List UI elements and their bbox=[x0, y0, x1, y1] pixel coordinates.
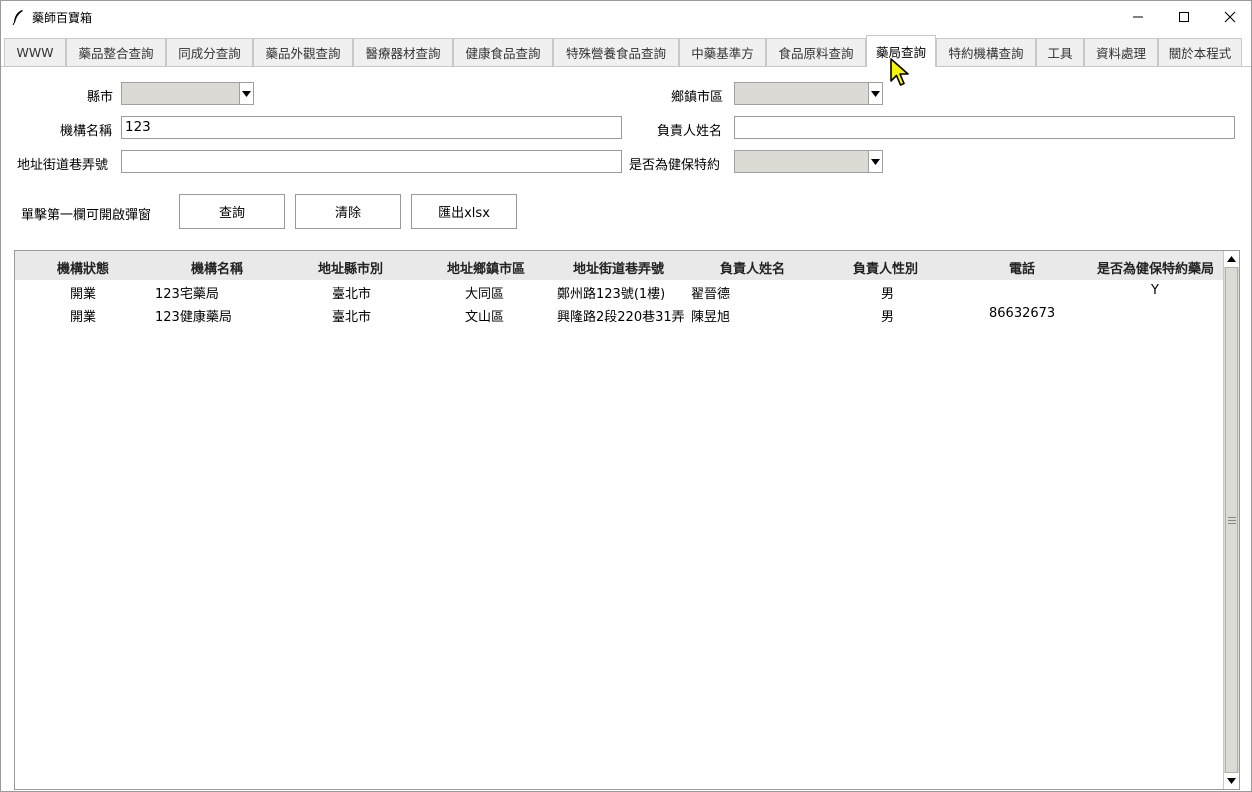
chevron-down-icon bbox=[871, 90, 880, 97]
col-township[interactable]: 地址鄉鎮市區 bbox=[447, 258, 525, 277]
cell-name: 123宅藥局 bbox=[155, 287, 219, 302]
clear-button[interactable]: 清除 bbox=[295, 194, 401, 229]
cell-nhi: Y bbox=[1151, 283, 1159, 298]
feather-icon bbox=[12, 10, 23, 25]
cell-name: 123健康藥局 bbox=[155, 310, 232, 325]
cell-county: 臺北市 bbox=[332, 310, 372, 325]
nhi-combobox[interactable] bbox=[734, 150, 883, 173]
window-title: 藥師百寶箱 bbox=[32, 11, 93, 25]
county-dropdown-arrow[interactable] bbox=[239, 83, 253, 104]
col-phone[interactable]: 電話 bbox=[1009, 258, 1035, 277]
cell-status[interactable]: 開業 bbox=[70, 283, 96, 302]
grip-line bbox=[1228, 523, 1236, 524]
tab-food-ingredient[interactable]: 食品原料查詢 bbox=[766, 38, 866, 66]
nhi-dropdown-arrow[interactable] bbox=[868, 151, 882, 172]
tab-drug-integrated[interactable]: 藥品整合查詢 bbox=[66, 38, 166, 66]
arrow-down-icon bbox=[1227, 778, 1236, 784]
tab-special-nutrition[interactable]: 特殊營養食品查詢 bbox=[553, 38, 679, 66]
table-row[interactable]: 開業 123健康藥局 臺北市 文山區 興隆路2段220巷31弄 陳昱旭 男 86… bbox=[15, 303, 1223, 326]
scroll-thumb[interactable] bbox=[1225, 267, 1238, 773]
owner-label: 負責人姓名 bbox=[657, 124, 723, 139]
col-nhi[interactable]: 是否為健保特約藥局 bbox=[1097, 258, 1214, 277]
tab-health-food[interactable]: 健康食品查詢 bbox=[453, 38, 553, 66]
cell-county: 臺北市 bbox=[332, 287, 372, 302]
township-label: 鄉鎮市區 bbox=[671, 90, 724, 105]
cell-township: 大同區 bbox=[465, 287, 505, 302]
grip-line bbox=[1228, 517, 1236, 518]
tab-data-processing[interactable]: 資料處理 bbox=[1084, 38, 1158, 66]
cell-phone: 86632673 bbox=[989, 306, 1056, 321]
name-label: 機構名稱 bbox=[60, 124, 113, 139]
chevron-down-icon bbox=[871, 158, 880, 165]
cell-gender: 男 bbox=[881, 287, 895, 302]
tab-tcm-formula[interactable]: 中藥基準方 bbox=[679, 38, 766, 66]
township-combobox[interactable] bbox=[734, 82, 883, 105]
table-scrollbar[interactable] bbox=[1223, 251, 1239, 789]
tab-contracted-institution[interactable]: 特約機構查詢 bbox=[936, 38, 1036, 66]
address-input[interactable] bbox=[121, 150, 622, 173]
col-address[interactable]: 地址街道巷弄號 bbox=[573, 258, 664, 277]
cell-gender: 男 bbox=[881, 310, 895, 325]
address-label: 地址街道巷弄號 bbox=[17, 158, 109, 173]
cell-status[interactable]: 開業 bbox=[70, 306, 96, 325]
col-status[interactable]: 機構狀態 bbox=[57, 258, 109, 277]
tab-about[interactable]: 關於本程式 bbox=[1158, 38, 1242, 66]
app-window: 藥師百寶箱 WWW 藥品整合查詢 同成分查詢 藥品外觀查詢 醫療器材查詢 健康食… bbox=[0, 0, 1252, 792]
col-owner[interactable]: 負責人姓名 bbox=[720, 258, 785, 277]
cell-address: 鄭州路123號(1樓) bbox=[557, 287, 666, 302]
tab-bar: WWW 藥品整合查詢 同成分查詢 藥品外觀查詢 醫療器材查詢 健康食品查詢 特殊… bbox=[1, 35, 1251, 67]
results-table[interactable]: 機構狀態 機構名稱 地址縣市別 地址鄉鎮市區 地址街道巷弄號 負責人姓名 負責人… bbox=[14, 250, 1240, 790]
minimize-button[interactable] bbox=[1115, 1, 1161, 33]
county-label: 縣市 bbox=[87, 90, 114, 105]
scroll-down-button[interactable] bbox=[1224, 773, 1239, 789]
export-xlsx-button[interactable]: 匯出xlsx bbox=[411, 194, 517, 229]
tab-same-ingredient[interactable]: 同成分查詢 bbox=[166, 38, 253, 66]
close-button[interactable] bbox=[1207, 1, 1252, 33]
arrow-up-icon bbox=[1227, 256, 1236, 262]
col-county[interactable]: 地址縣市別 bbox=[318, 258, 383, 277]
owner-input[interactable] bbox=[734, 116, 1235, 139]
cell-owner: 陳昱旭 bbox=[691, 310, 731, 325]
title-bar: 藥師百寶箱 bbox=[1, 1, 1251, 33]
minimize-icon bbox=[1133, 16, 1143, 18]
county-combobox[interactable] bbox=[121, 82, 254, 105]
cell-owner: 翟晉德 bbox=[691, 287, 731, 302]
cell-township: 文山區 bbox=[465, 310, 505, 325]
name-input[interactable]: 123 bbox=[121, 116, 622, 139]
tab-tools[interactable]: 工具 bbox=[1036, 38, 1084, 66]
tab-drug-appearance[interactable]: 藥品外觀查詢 bbox=[253, 38, 353, 66]
popup-hint: 單擊第一欄可開啟彈窗 bbox=[21, 208, 152, 223]
grip-line bbox=[1228, 520, 1236, 521]
tab-divider bbox=[1, 66, 1251, 67]
col-name[interactable]: 機構名稱 bbox=[191, 258, 243, 277]
table-row[interactable]: 開業 123宅藥局 臺北市 大同區 鄭州路123號(1樓) 翟晉德 男 Y bbox=[15, 280, 1223, 303]
township-dropdown-arrow[interactable] bbox=[868, 83, 882, 104]
nhi-label: 是否為健保特約 bbox=[629, 158, 721, 173]
maximize-button[interactable] bbox=[1161, 1, 1207, 33]
query-button[interactable]: 查詢 bbox=[179, 194, 285, 229]
mouse-cursor-icon bbox=[890, 58, 909, 86]
scroll-up-button[interactable] bbox=[1224, 251, 1239, 267]
tab-www[interactable]: WWW bbox=[4, 38, 66, 66]
tab-medical-device[interactable]: 醫療器材查詢 bbox=[353, 38, 453, 66]
maximize-icon bbox=[1179, 12, 1189, 22]
chevron-down-icon bbox=[242, 90, 251, 97]
close-icon bbox=[1224, 11, 1236, 23]
table-header: 機構狀態 機構名稱 地址縣市別 地址鄉鎮市區 地址街道巷弄號 負責人姓名 負責人… bbox=[15, 251, 1223, 280]
col-gender[interactable]: 負責人性別 bbox=[853, 258, 918, 277]
cell-address: 興隆路2段220巷31弄 bbox=[557, 310, 685, 325]
